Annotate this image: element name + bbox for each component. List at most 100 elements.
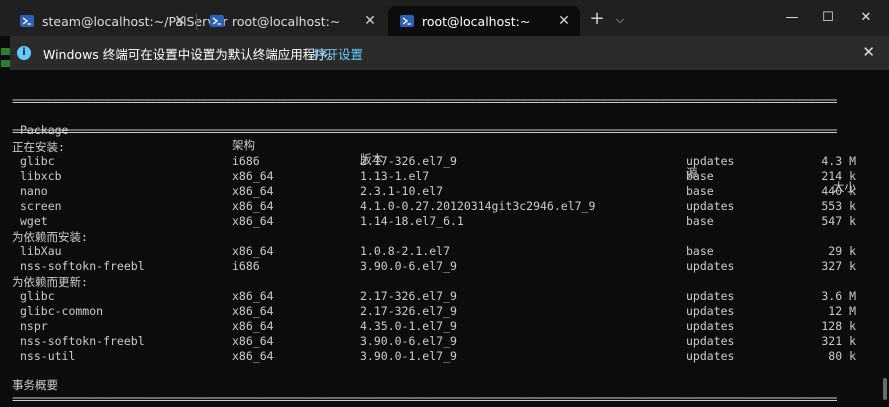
- package-cell: glibc: [20, 154, 55, 168]
- chevron-down-icon[interactable]: ⌵: [612, 12, 628, 28]
- package-cell: libXau: [20, 244, 62, 258]
- arch-cell: x86_64: [232, 334, 274, 348]
- package-cell: nss-softokn-freebl: [20, 259, 145, 273]
- repo-cell: updates: [686, 349, 735, 363]
- size-cell: 128 k: [821, 319, 856, 333]
- separator-line: ========================================…: [12, 94, 837, 108]
- size-cell: 29 k: [828, 244, 856, 258]
- package-cell: nano: [20, 184, 48, 198]
- package-cell: screen: [20, 199, 62, 213]
- version-cell: 2.17-326.el7_9: [360, 304, 457, 318]
- table-row: wget x86_64 1.14-18.el7_6.1 base 547 k: [12, 214, 868, 229]
- open-settings-link[interactable]: 打开设置: [313, 44, 363, 63]
- repo-cell: updates: [686, 319, 735, 333]
- arch-cell: x86_64: [232, 184, 274, 198]
- package-cell: glibc-common: [20, 304, 104, 318]
- arch-cell: x86_64: [232, 349, 274, 363]
- size-cell: 4.3 M: [821, 154, 856, 168]
- table-header: Package 架构 版本 源 大小: [12, 109, 868, 194]
- table-row: nspr x86_64 4.35.0-1.el7_9 updates 128 k: [12, 319, 868, 334]
- version-cell: 3.90.0-1.el7_9: [360, 349, 457, 363]
- repo-cell: updates: [686, 304, 735, 318]
- arch-cell: x86_64: [232, 169, 274, 183]
- table-row: nss-util x86_64 3.90.0-1.el7_9 updates 80 k: [12, 349, 868, 364]
- maximize-button[interactable]: ☐: [818, 9, 838, 27]
- tab-separator: [196, 14, 197, 30]
- tab-label: root@localhost:~: [232, 13, 341, 29]
- package-cell: libxcb: [20, 169, 62, 183]
- repo-cell: base: [686, 244, 714, 258]
- table-row: glibc-common x86_64 2.17-326.el7_9 updates 1…: [12, 304, 868, 319]
- arch-cell: x86_64: [232, 289, 274, 303]
- version-cell: 4.35.0-1.el7_9: [360, 319, 457, 333]
- transaction-summary-title: 事务概要: [12, 377, 868, 392]
- close-tab-icon[interactable]: ✕: [172, 13, 188, 29]
- version-cell: 3.90.0-6.el7_9: [360, 334, 457, 348]
- table-row: nss-softokn-freebl x86_64 3.90.0-6.el7_9 up…: [12, 334, 868, 349]
- powershell-icon: [20, 14, 34, 28]
- scrollbar-thumb[interactable]: [883, 378, 887, 400]
- version-cell: 3.90.0-6.el7_9: [360, 259, 457, 273]
- size-cell: 327 k: [821, 259, 856, 273]
- cell: 为依赖而安装:: [12, 230, 88, 244]
- repo-cell: updates: [686, 259, 735, 273]
- section-title: 为依赖而安装:: [12, 229, 868, 244]
- size-cell: 547 k: [821, 214, 856, 228]
- repo-cell: base: [686, 184, 714, 198]
- tab-root-localhost-2[interactable]: root@localhost:~ ✕: [388, 6, 580, 36]
- cell: 为依赖而更新:: [12, 275, 88, 289]
- section-title: 正在安装:: [12, 139, 868, 154]
- powershell-icon: [400, 14, 414, 28]
- repo-cell: base: [686, 169, 714, 183]
- separator-line: ========================================…: [12, 124, 837, 138]
- minimize-button[interactable]: —: [782, 9, 802, 27]
- tab-bar: steam@localhost:~/PalServer ✕ root@local…: [0, 0, 889, 36]
- arch-cell: x86_64: [232, 214, 274, 228]
- size-cell: 321 k: [821, 334, 856, 348]
- version-cell: 4.1.0-0.27.20120314git3c2946.el7_9: [360, 199, 596, 213]
- size-cell: 214 k: [821, 169, 856, 183]
- arch-cell: i686: [232, 259, 260, 273]
- table-row: libXau x86_64 1.0.8-2.1.el7 base 29 k: [12, 244, 868, 259]
- version-cell: 1.13-1.el7: [360, 169, 430, 183]
- repo-cell: base: [686, 214, 714, 228]
- arch-cell: x86_64: [232, 319, 274, 333]
- arch-cell: i686: [232, 154, 260, 168]
- table-row: nss-softokn-freebl i686 3.90.0-6.el7_9 upda…: [12, 259, 868, 274]
- section-title: 为依赖而更新:: [12, 274, 868, 289]
- close-window-button[interactable]: ✕: [856, 9, 876, 27]
- close-tab-icon[interactable]: ✕: [556, 13, 572, 29]
- tab-label: root@localhost:~: [422, 13, 531, 29]
- table-row: glibc i686 2.17-326.el7_9 updates 4.3 M: [12, 154, 868, 169]
- default-terminal-notification: i Windows 终端可在设置中设置为默认终端应用程序。 打开设置 ✕: [10, 36, 889, 70]
- size-cell: 12 M: [828, 304, 856, 318]
- package-cell: nss-util: [20, 349, 76, 363]
- repo-cell: updates: [686, 154, 735, 168]
- cell: 事务概要: [12, 378, 58, 392]
- tab-steam-palserver[interactable]: steam@localhost:~/PalServer ✕: [8, 6, 228, 36]
- tab-root-localhost-1[interactable]: root@localhost:~ ✕: [198, 6, 386, 36]
- table-row: screen x86_64 4.1.0-0.27.20120314git3c2946…: [12, 199, 868, 214]
- package-cell: wget: [20, 214, 48, 228]
- version-cell: 1.14-18.el7_6.1: [360, 214, 464, 228]
- table-row: glibc x86_64 2.17-326.el7_9 updates 3.6 M: [12, 289, 868, 304]
- arch-cell: x86_64: [232, 304, 274, 318]
- version-cell: 2.3.1-10.el7: [360, 184, 444, 198]
- powershell-icon: [210, 14, 224, 28]
- new-tab-button[interactable]: +: [588, 10, 606, 29]
- close-tab-icon[interactable]: ✕: [362, 13, 378, 29]
- background-mark: [1, 60, 10, 67]
- close-notification-icon[interactable]: ✕: [862, 43, 875, 61]
- version-cell: 2.17-326.el7_9: [360, 289, 457, 303]
- version-cell: 2.17-326.el7_9: [360, 154, 457, 168]
- package-cell: nspr: [20, 319, 48, 333]
- background-mark: [1, 48, 10, 55]
- size-cell: 80 k: [828, 349, 856, 363]
- package-cell: glibc: [20, 289, 55, 303]
- repo-cell: updates: [686, 334, 735, 348]
- info-icon: i: [17, 46, 31, 60]
- repo-cell: updates: [686, 199, 735, 213]
- notification-message: Windows 终端可在设置中设置为默认终端应用程序。: [43, 47, 341, 62]
- size-cell: 3.6 M: [821, 289, 856, 303]
- table-row: libxcb x86_64 1.13-1.el7 base 214 k: [12, 169, 868, 184]
